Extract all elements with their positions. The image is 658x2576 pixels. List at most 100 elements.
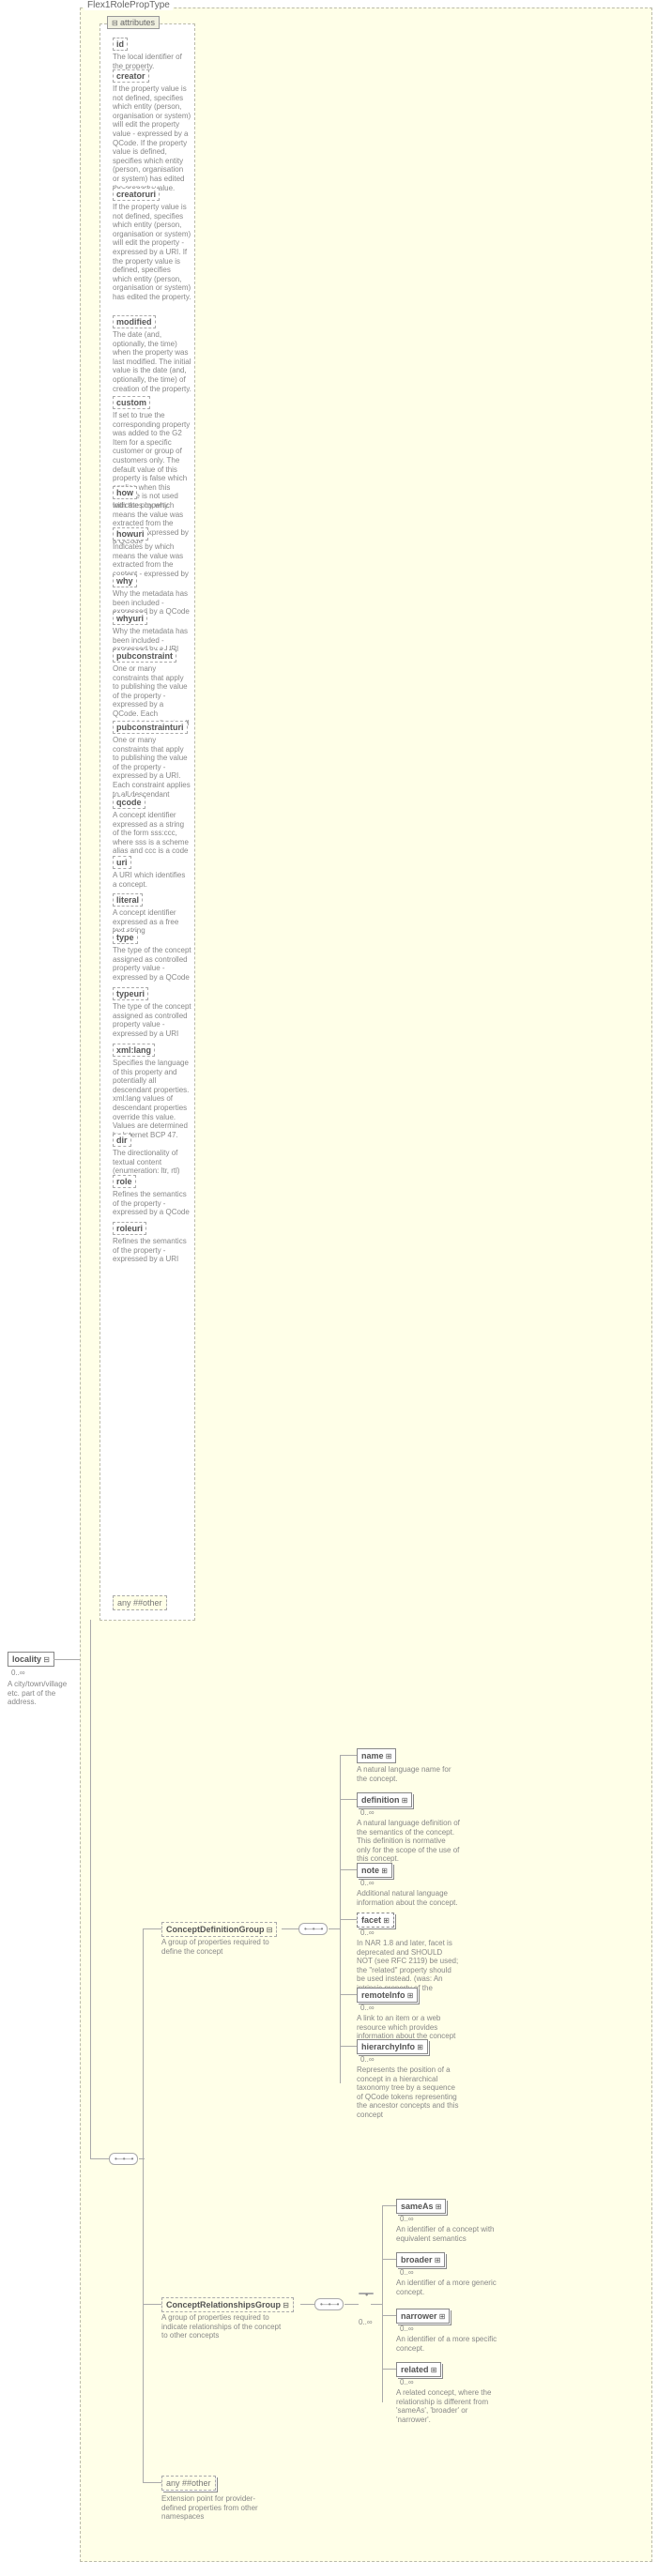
sequence-symbol: •—•—• [314,2298,344,2310]
occurrence: 0..∞ [400,2215,414,2223]
connector [382,2205,396,2206]
group-def-desc: A group of properties required to define… [161,1938,269,1956]
element-broader[interactable]: broader [396,2252,445,2267]
element-sameAs[interactable]: sameAs [396,2199,446,2214]
attribute-desc: A URI which identifies a concept. [113,871,191,889]
attribute-name[interactable]: qcode [113,796,145,809]
element-desc: A related concept, where the relationshi… [396,2388,499,2424]
attribute-name[interactable]: type [113,931,138,944]
connector [340,1799,357,1800]
attribute-item: dir The directionality of textual content… [113,1134,190,1176]
attribute-name[interactable]: modified [113,315,156,328]
connector [382,2315,396,2316]
attribute-name[interactable]: roleuri [113,1222,146,1235]
connector [382,2205,383,2402]
element-desc: A natural language definition of the sem… [357,1819,460,1864]
any-element-desc: Extension point for provider-defined pro… [161,2494,274,2522]
attribute-item: typeThe type of the concept assigned as … [113,931,190,982]
connector [54,1659,80,1660]
group-concept-definition[interactable]: ConceptDefinitionGroup [161,1922,277,1937]
connector [340,1919,357,1920]
attribute-name[interactable]: pubconstrainturi [113,721,188,734]
attribute-desc: Refines the semantics of the property - … [113,1237,191,1264]
attribute-name[interactable]: dir [113,1134,131,1147]
occurrence: 0..∞ [360,1808,375,1817]
attribute-name[interactable]: custom [113,396,150,409]
occurrence: 0..∞ [360,1879,375,1887]
attribute-desc: A concept identifier expressed as a stri… [113,811,191,856]
connector [143,2304,161,2305]
connector [382,2369,396,2370]
connector [300,2304,314,2305]
attribute-item: roleuri Refines the semantics of the prop… [113,1222,190,1264]
connector [340,2046,357,2047]
attribute-name[interactable]: xml:lang [113,1044,155,1057]
element-desc: An identifier of a concept with equivale… [396,2225,499,2243]
connector [90,1620,91,2159]
connector [143,2482,161,2483]
connector [344,2304,359,2305]
attribute-item: role Refines the semantics of the propert… [113,1175,190,1217]
root-occurrence: 0..∞ [11,1669,25,1677]
attribute-item: xml:lang Specifies the language of this p… [113,1044,190,1139]
attribute-item: pubconstrainturiOne or many constraints … [113,721,190,808]
connector [143,1928,161,1929]
attribute-name[interactable]: pubconstraint [113,649,176,663]
connector [340,1869,357,1870]
attribute-name[interactable]: typeuri [113,987,148,1000]
attribute-desc: If the property value is not defined, sp… [113,203,191,302]
element-desc: Additional natural language information … [357,1889,460,1907]
attribute-desc: The type of the concept assigned as cont… [113,1002,191,1038]
attribute-name[interactable]: id [113,38,128,51]
attribute-item: qcode A concept identifier expressed as a… [113,796,190,856]
attribute-name[interactable]: how [113,486,137,499]
root-description: A city/town/village etc. part of the add… [8,1680,71,1707]
choice-symbol: ••• [359,2293,374,2294]
any-attribute: any ##other [113,1595,167,1610]
attribute-name[interactable]: creator [113,69,149,83]
element-desc: A natural language name for the concept. [357,1765,460,1783]
element-definition[interactable]: definition [357,1792,412,1807]
element-hierarchyInfo[interactable]: hierarchyInfo [357,2039,428,2054]
diagram-canvas: Flex1RolePropType attributes locality 0.… [0,0,658,2576]
attribute-desc: Specifies the language of this property … [113,1059,191,1139]
element-name[interactable]: name [357,1748,396,1763]
attributes-header[interactable]: attributes [107,16,160,29]
attribute-item: literalA concept identifier expressed as… [113,893,190,936]
attribute-desc: Refines the semantics of the property - … [113,1190,191,1217]
attribute-name[interactable]: role [113,1175,136,1188]
attribute-name[interactable]: why [113,574,137,587]
occurrence: 0..∞ [400,2268,414,2277]
connector [371,2304,382,2305]
attribute-name[interactable]: creatoruri [113,188,160,201]
attribute-item: typeuri The type of the concept assigned … [113,987,190,1038]
attribute-desc: The date (and, optionally, the time) whe… [113,330,191,393]
element-remoteInfo[interactable]: remoteInfo [357,1988,418,2003]
attribute-name[interactable]: uri [113,856,131,869]
element-facet[interactable]: facet [357,1913,394,1928]
attribute-item: creatorIf the property value is not defi… [113,69,190,192]
element-note[interactable]: note [357,1863,392,1878]
attribute-item: modified The date (and, optionally, the t… [113,315,190,393]
attribute-desc: The local identifier of the property. [113,53,191,70]
connector [90,2158,109,2159]
connector [139,2158,145,2159]
occurrence: 0..∞ [360,2055,375,2064]
attribute-name[interactable]: howuri [113,527,148,541]
element-narrower[interactable]: narrower [396,2309,450,2324]
attribute-item: id The local identifier of the property. [113,38,190,70]
attribute-name[interactable]: literal [113,893,143,907]
element-desc: An identifier of a more generic concept. [396,2279,499,2296]
group-concept-relationships[interactable]: ConceptRelationshipsGroup [161,2297,294,2312]
attribute-name[interactable]: whyuri [113,612,147,625]
attribute-desc: If the property value is not defined, sp… [113,84,191,192]
group-rel-desc: A group of properties required to indica… [161,2313,283,2340]
connector [340,1755,357,1756]
connector [382,2259,396,2260]
element-related[interactable]: related [396,2362,441,2377]
connector [143,1928,144,2482]
root-element[interactable]: locality [8,1652,54,1667]
type-name: Flex1RolePropType [84,0,173,10]
sequence-symbol: •—•—• [109,2153,138,2165]
attribute-desc: The directionality of textual content (e… [113,1149,191,1176]
